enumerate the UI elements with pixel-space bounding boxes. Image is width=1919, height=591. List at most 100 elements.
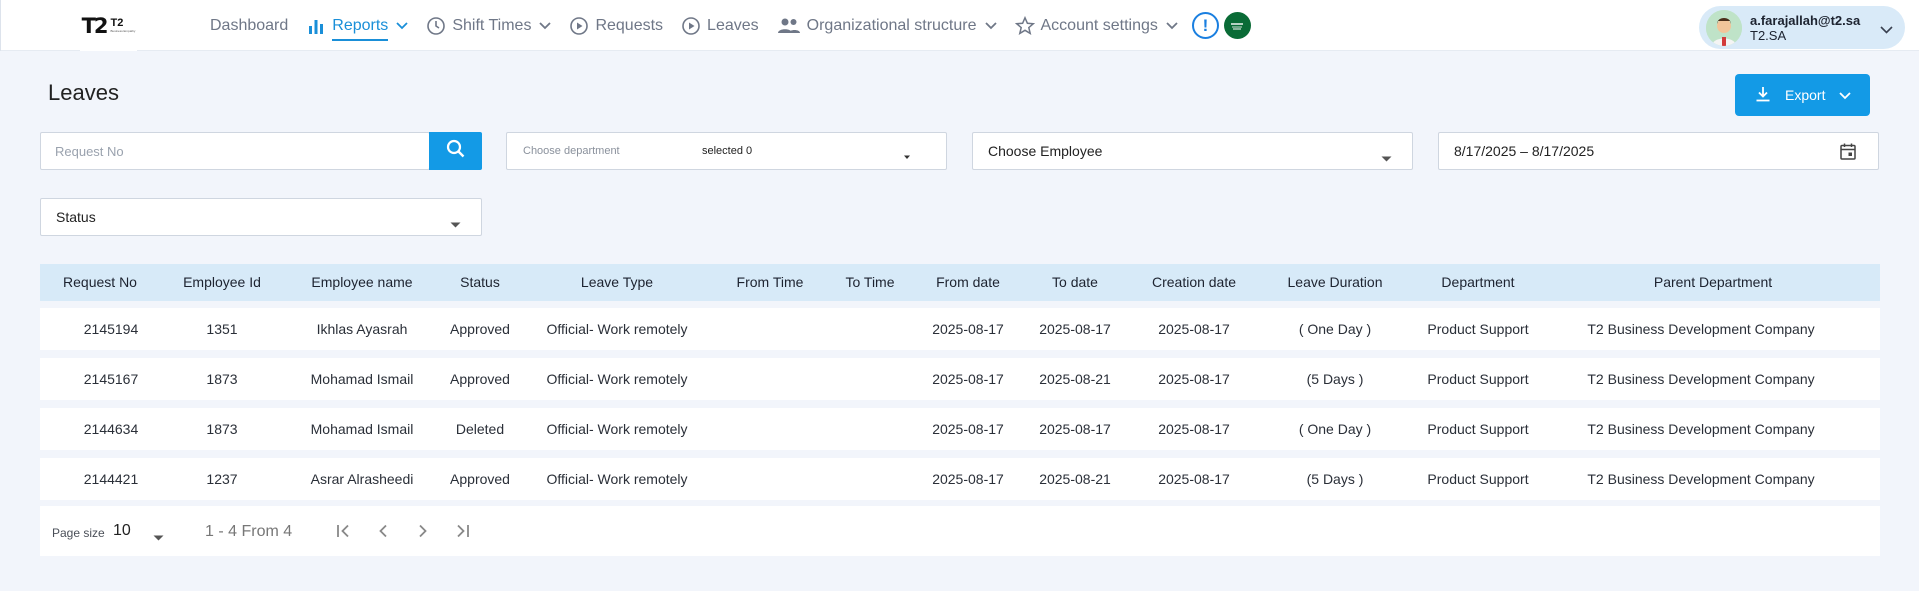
export-button[interactable]: Export [1735,74,1870,116]
logo-brand: T2 [110,17,124,29]
nav-leaves[interactable]: Leaves [681,0,759,51]
header-from-date[interactable]: From date [936,264,1000,301]
cell-parent-department: T2 Business Development Company [1587,471,1815,487]
user-org: T2.SA [1750,27,1787,43]
caret-down-icon [903,147,911,163]
header-to-time[interactable]: To Time [845,264,894,301]
chevron-down-icon [984,20,997,32]
cell-to-date: 2025-08-17 [1039,321,1111,337]
search-button[interactable] [429,132,482,170]
nav-account-settings-label: Account settings [1040,16,1158,34]
cell-department: Product Support [1427,321,1529,337]
nav-shift-times[interactable]: Shift Times [426,0,552,51]
employee-select-label: Choose Employee [988,143,1103,159]
logo-mark: T2 [81,13,109,38]
department-selected-count: selected 0 [702,145,753,157]
status-select[interactable]: Status [40,198,482,236]
cell-employee-name: Mohamad Ismail [310,371,414,387]
header-to-date[interactable]: To date [1052,264,1098,301]
cell-leave-type: Official- Work remotely [546,371,688,387]
play-circle-icon [681,16,701,36]
status-select-label: Status [56,209,96,225]
table-row[interactable]: 2144421 1237 Asrar Alrasheedi Approved O… [40,458,1880,500]
cell-leave-type: Official- Work remotely [546,321,688,337]
nav-leaves-label: Leaves [707,16,759,34]
saudi-flag-icon[interactable] [1223,12,1251,39]
last-page-icon[interactable] [453,522,471,540]
chevron-down-icon [1880,21,1893,39]
cell-request-no: 2145194 [83,321,139,337]
nav-organizational-structure[interactable]: Organizational structure [777,0,997,51]
calendar-icon[interactable] [1840,143,1856,163]
page-title: Leaves [48,80,119,105]
page-size-select[interactable]: 10 [113,522,131,540]
chevron-down-icon [1166,20,1178,32]
cell-from-date: 2025-08-17 [932,321,1004,337]
nav-requests[interactable]: Requests [569,0,663,51]
cell-employee-name: Mohamad Ismail [310,421,414,437]
first-page-icon[interactable] [335,522,353,540]
cell-leave-duration: (5 Days ) [1306,371,1364,387]
user-menu[interactable]: a.farajallah@t2.sa T2.SA [1699,6,1905,49]
cell-request-no: 2144634 [83,421,139,437]
avatar [1706,9,1742,46]
header-employee-name[interactable]: Employee name [311,264,412,301]
people-icon [777,16,801,36]
nav-organizational-structure-label: Organizational structure [806,16,977,34]
header-department[interactable]: Department [1441,264,1514,301]
header-from-time[interactable]: From Time [737,264,804,301]
table-row[interactable]: 2145194 1351 Ikhlas Ayasrah Approved Off… [40,308,1880,350]
cell-request-no: 2144421 [83,471,139,487]
cell-status: Deleted [455,421,505,437]
header-leave-duration[interactable]: Leave Duration [1288,264,1383,301]
cell-leave-duration: ( One Day ) [1298,321,1372,337]
nav-reports[interactable]: Reports [306,0,408,51]
cell-leave-duration: (5 Days ) [1306,471,1364,487]
department-select[interactable]: Choose department selected 0 [506,132,947,170]
caret-down-icon[interactable] [153,528,164,546]
table-row[interactable]: 2145167 1873 Mohamad Ismail Approved Off… [40,358,1880,400]
header-parent-department[interactable]: Parent Department [1654,264,1772,301]
request-no-input[interactable]: Request No [40,132,430,170]
date-range-input[interactable]: 8/17/2025 – 8/17/2025 [1438,132,1879,170]
cell-creation-date: 2025-08-17 [1158,371,1230,387]
exclamation-icon[interactable]: ! [1191,12,1219,39]
employee-select[interactable]: Choose Employee [972,132,1413,170]
cell-leave-type: Official- Work remotely [546,421,688,437]
chevron-down-icon [1839,87,1852,103]
table-row[interactable]: 2144634 1873 Mohamad Ismail Deleted Offi… [40,408,1880,450]
header-employee-id[interactable]: Employee Id [183,264,261,301]
search-icon [446,139,465,163]
header-creation-date[interactable]: Creation date [1152,264,1236,301]
cell-employee-id: 1873 [206,371,238,387]
cell-creation-date: 2025-08-17 [1158,471,1230,487]
cell-leave-type: Official- Work remotely [546,471,688,487]
nav-shift-times-label: Shift Times [452,16,532,34]
header-leave-type[interactable]: Leave Type [581,264,653,301]
bar-chart-icon [306,16,326,36]
caret-down-icon [1381,149,1392,165]
clock-icon [426,16,446,36]
download-icon [1755,86,1771,105]
company-logo[interactable]: T2 T2 Business Empathy [80,0,137,51]
nav-requests-label: Requests [595,16,664,34]
caret-down-icon [450,215,461,231]
export-label: Export [1785,87,1826,103]
star-icon [1014,15,1035,36]
cell-employee-name: Ikhlas Ayasrah [316,321,408,337]
cell-from-date: 2025-08-17 [932,371,1004,387]
next-page-icon[interactable] [414,522,432,540]
nav-account-settings[interactable]: Account settings [1014,0,1178,51]
cell-department: Product Support [1427,421,1529,437]
cell-parent-department: T2 Business Development Company [1587,371,1815,387]
nav-dashboard-label: Dashboard [210,16,289,34]
table-header: Request No Employee Id Employee name Sta… [40,264,1880,301]
previous-page-icon[interactable] [374,522,392,540]
cell-from-date: 2025-08-17 [932,471,1004,487]
header-request-no[interactable]: Request No [63,264,137,301]
user-email: a.farajallah@t2.sa [1750,12,1861,28]
nav-dashboard[interactable]: Dashboard [210,0,288,51]
header-status[interactable]: Status [460,264,500,301]
cell-department: Product Support [1427,371,1529,387]
cell-employee-name: Asrar Alrasheedi [310,471,414,487]
